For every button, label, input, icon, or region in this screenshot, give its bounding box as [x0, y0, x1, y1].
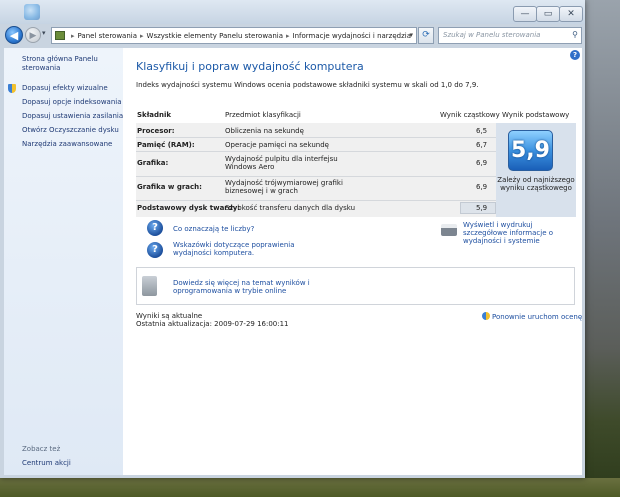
- breadcrumb-chevron-icon[interactable]: ▸: [286, 32, 290, 40]
- address-dropdown-icon[interactable]: ▾: [409, 31, 413, 39]
- rerun-assessment-link[interactable]: Ponownie uruchom ocenę: [482, 312, 582, 321]
- page-title: Klasyfikuj i popraw wydajność komputera: [136, 60, 364, 73]
- component-score: 5,9: [476, 204, 488, 212]
- main-content: ? Klasyfikuj i popraw wydajność komputer…: [123, 48, 582, 475]
- question-icon: ?: [147, 242, 163, 258]
- table-row: Podstawowy dysk twardy: Szybkość transfe…: [136, 202, 496, 214]
- intro-text: Indeks wydajności systemu Windows ocenia…: [136, 81, 479, 89]
- maximize-button[interactable]: ▭: [536, 6, 560, 22]
- question-icon: ?: [147, 220, 163, 236]
- status-text: Wyniki są aktualne Ostatnia aktualizacja…: [136, 312, 289, 328]
- refresh-icon[interactable]: ⟳: [418, 27, 434, 44]
- scores-current: Wyniki są aktualne: [136, 312, 203, 320]
- sidebar-home-link[interactable]: Strona główna Panelu sterowania: [22, 55, 118, 73]
- table-header: Składnik Przedmiot klasyfikacji Wynik cz…: [136, 109, 576, 124]
- component-name: Procesor:: [137, 127, 175, 135]
- back-arrow-icon[interactable]: ◀: [5, 26, 23, 44]
- rerun-label[interactable]: Ponownie uruchom ocenę: [492, 313, 582, 321]
- component-name: Grafika w grach:: [137, 183, 202, 191]
- breadcrumb-performance[interactable]: Informacje wydajności i narzędzia: [293, 32, 411, 40]
- breadcrumb-all-items[interactable]: Wszystkie elementy Panelu sterowania: [147, 32, 283, 40]
- sidebar-item-power[interactable]: Dopasuj ustawienia zasilania: [22, 112, 123, 120]
- address-bar[interactable]: ▸ Panel sterowania ▸ Wszystkie elementy …: [51, 27, 417, 44]
- component-score: 6,5: [476, 127, 488, 135]
- breadcrumb-chevron-icon[interactable]: ▸: [140, 32, 144, 40]
- column-base-score: Wynik podstawowy: [502, 111, 570, 119]
- learn-more-box: Dowiedz się więcej na temat wyników i op…: [136, 267, 575, 305]
- column-subscore: Wynik cząstkowy: [440, 111, 500, 119]
- printer-icon: [441, 224, 457, 236]
- forward-arrow-icon[interactable]: ▶: [25, 27, 41, 43]
- control-panel-window: — ▭ ✕ ◀ ▶ ▾ ▸ Panel sterowania ▸ Wszystk…: [0, 0, 585, 478]
- component-desc: Operacje pamięci na sekundę: [225, 141, 329, 149]
- column-rated: Przedmiot klasyfikacji: [225, 111, 301, 119]
- software-box-icon: [142, 276, 157, 296]
- performance-tips-link[interactable]: Wskazówki dotyczące poprawienia wydajnoś…: [173, 241, 303, 257]
- component-name: Grafika:: [137, 159, 169, 167]
- learn-more-link[interactable]: Dowiedz się więcej na temat wyników i op…: [173, 279, 343, 295]
- component-desc: Wydajność trójwymiarowej grafiki bizneso…: [225, 179, 343, 195]
- component-desc: Szybkość transferu danych dla dysku: [225, 204, 356, 212]
- search-input[interactable]: Szukaj w Panelu sterowania ⚲: [438, 27, 582, 44]
- breadcrumb-control-panel[interactable]: Panel sterowania: [78, 32, 138, 40]
- component-score: 6,7: [476, 141, 488, 149]
- what-do-numbers-mean-link[interactable]: Co oznaczają te liczby?: [173, 225, 254, 233]
- sidebar-item-action-center[interactable]: Centrum akcji: [22, 459, 71, 467]
- base-score-badge: 5,9: [508, 130, 553, 171]
- search-placeholder: Szukaj w Panelu sterowania: [443, 31, 541, 39]
- search-icon[interactable]: ⚲: [572, 30, 578, 39]
- last-update: Ostatnia aktualizacja: 2009-07-29 16:00:…: [136, 320, 289, 328]
- desktop-wallpaper: [585, 0, 620, 497]
- help-icon[interactable]: ?: [570, 50, 580, 60]
- desktop-wallpaper-bottom: [0, 478, 620, 497]
- component-desc: Wydajność pulpitu dla interfejsu Windows…: [225, 155, 338, 171]
- shield-icon: [8, 84, 16, 93]
- close-button[interactable]: ✕: [559, 6, 583, 22]
- base-score-note: Zależy od najniższego wyniku cząstkowego: [497, 176, 575, 192]
- column-component: Składnik: [137, 111, 172, 119]
- base-score-panel: 5,9 Zależy od najniższego wyniku cząstko…: [496, 123, 576, 217]
- breadcrumb-chevron-icon[interactable]: ▸: [71, 32, 75, 40]
- sidebar-item-disk-cleanup[interactable]: Otwórz Oczyszczanie dysku: [22, 126, 119, 134]
- component-score: 6,9: [476, 159, 488, 167]
- see-also-heading: Zobacz też: [22, 445, 61, 453]
- navigation-bar: ◀ ▶ ▾ ▸ Panel sterowania ▸ Wszystkie ele…: [0, 25, 585, 47]
- component-desc: Obliczenia na sekundę: [225, 127, 304, 135]
- window-app-icon: [24, 4, 40, 20]
- sidebar-item-visual-effects[interactable]: Dopasuj efekty wizualne: [22, 84, 108, 92]
- sidebar-item-advanced-tools[interactable]: Narzędzia zaawansowane: [22, 140, 112, 148]
- print-details-link[interactable]: Wyświetl i wydrukuj szczegółowe informac…: [463, 221, 578, 245]
- component-name: Pamięć (RAM):: [137, 141, 195, 149]
- component-score: 6,9: [476, 183, 488, 191]
- sidebar-item-indexing[interactable]: Dopasuj opcje indeksowania: [22, 98, 122, 106]
- sidebar: Strona główna Panelu sterowania Dopasuj …: [4, 48, 123, 475]
- shield-icon: [482, 312, 490, 320]
- recent-pages-dropdown-icon[interactable]: ▾: [42, 29, 46, 37]
- title-bar[interactable]: — ▭ ✕: [0, 0, 585, 24]
- minimize-button[interactable]: —: [513, 6, 537, 22]
- control-panel-icon: [55, 31, 65, 40]
